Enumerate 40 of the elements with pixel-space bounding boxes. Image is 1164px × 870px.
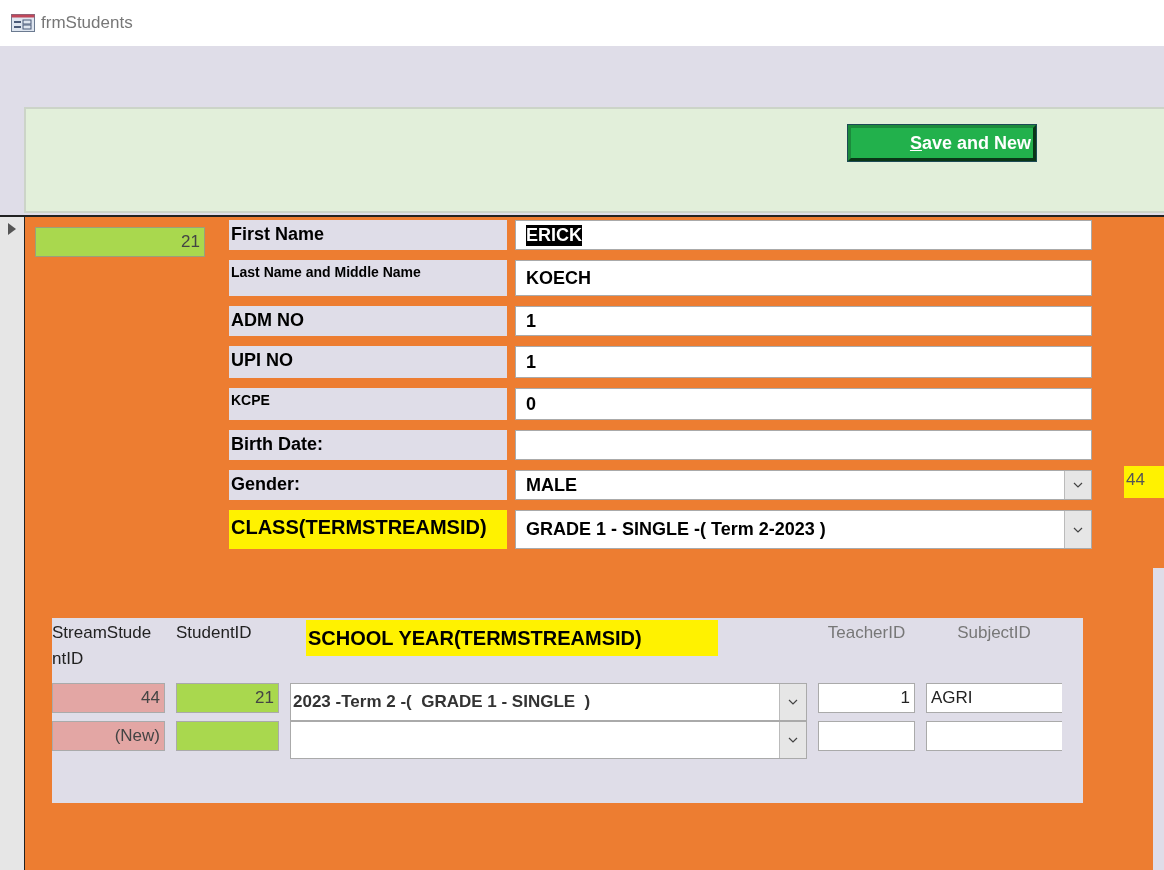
student-id-field[interactable]: 21 [176, 683, 279, 713]
field-label: KCPE [229, 388, 507, 420]
column-header: StreamStudentID [52, 622, 153, 670]
form-icon [11, 14, 35, 32]
text-field[interactable]: 0 [515, 388, 1092, 420]
student-id-field[interactable] [176, 721, 279, 751]
column-header: SCHOOL YEAR(TERMSTREAMSID) [306, 620, 718, 656]
text-field[interactable]: KOECH [515, 260, 1092, 296]
chevron-down-icon [788, 737, 798, 743]
text-field[interactable]: 1 [515, 306, 1092, 336]
student-id-field[interactable]: 21 [35, 227, 205, 257]
teacher-id-field[interactable]: 1 [818, 683, 915, 713]
subject-id-field[interactable]: AGRI [926, 683, 1062, 713]
chevron-down-icon [1073, 526, 1083, 533]
dropdown-field[interactable]: GRADE 1 - SINGLE -( Term 2-2023 ) [515, 510, 1092, 549]
window-title: frmStudents [41, 13, 133, 33]
field-label: First Name [229, 220, 507, 250]
text-field[interactable]: 1 [515, 346, 1092, 378]
dropdown-field[interactable] [290, 721, 807, 759]
stream-student-id-field[interactable]: (New) [52, 721, 165, 751]
text-field[interactable]: ERICK [515, 220, 1092, 250]
subject-id-field[interactable] [926, 721, 1062, 751]
field-label: Birth Date: [229, 430, 507, 460]
column-header: StudentID [176, 622, 253, 644]
dropdown-field[interactable]: MALE [515, 470, 1092, 500]
text-field[interactable] [515, 430, 1092, 460]
stream-id-field[interactable]: 44 [1124, 466, 1164, 498]
stream-student-id-field[interactable]: 44 [52, 683, 165, 713]
field-label: UPI NO [229, 346, 507, 378]
record-selector[interactable] [0, 217, 25, 870]
dropdown-field[interactable]: 2023 -Term 2 -( GRADE 1 - SINGLE ) [290, 683, 807, 721]
field-label: Gender: [229, 470, 507, 500]
chevron-down-icon [788, 699, 798, 705]
chevron-down-icon [1073, 482, 1083, 488]
column-header: SubjectID [956, 622, 1032, 644]
field-label: ADM NO [229, 306, 507, 336]
teacher-id-field[interactable] [818, 721, 915, 751]
column-header: TeacherID [826, 622, 907, 644]
field-label: Last Name and Middle Name [229, 260, 507, 296]
field-label: CLASS(TERMSTREAMSID) [229, 510, 507, 549]
